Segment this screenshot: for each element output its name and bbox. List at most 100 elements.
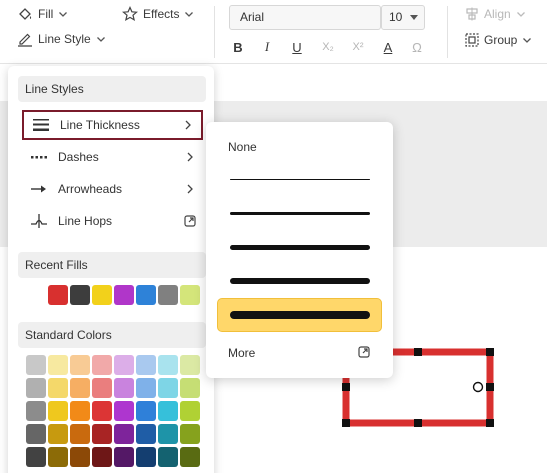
resize-handle[interactable] bbox=[486, 348, 494, 356]
color-swatch[interactable] bbox=[70, 424, 90, 444]
pencil-icon bbox=[17, 31, 33, 47]
thickness-sample-line bbox=[229, 211, 370, 215]
fill-button[interactable]: Fill bbox=[17, 6, 68, 22]
fill-label: Fill bbox=[38, 7, 54, 21]
color-swatch[interactable] bbox=[114, 378, 134, 398]
recent-fills-header: Recent Fills bbox=[18, 252, 206, 278]
thickness-option[interactable] bbox=[217, 162, 382, 196]
thickness-option[interactable] bbox=[217, 298, 382, 332]
chevron-down-icon bbox=[96, 34, 106, 44]
color-swatch[interactable] bbox=[180, 378, 200, 398]
group-button[interactable]: Group bbox=[465, 33, 532, 47]
color-swatch[interactable] bbox=[114, 424, 134, 444]
color-swatch[interactable] bbox=[70, 401, 90, 421]
resize-handle[interactable] bbox=[486, 419, 494, 427]
color-swatch[interactable] bbox=[70, 285, 90, 305]
menu-item-arrowheads[interactable]: Arrowheads bbox=[22, 174, 203, 204]
color-swatch[interactable] bbox=[158, 285, 178, 305]
color-swatch[interactable] bbox=[136, 447, 156, 467]
color-swatch[interactable] bbox=[180, 401, 200, 421]
menu-item-label: Line Hops bbox=[58, 214, 113, 228]
color-swatch[interactable] bbox=[70, 447, 90, 467]
group-label: Group bbox=[484, 33, 518, 47]
color-swatch[interactable] bbox=[48, 424, 68, 444]
color-swatch[interactable] bbox=[114, 447, 134, 467]
color-swatch[interactable] bbox=[114, 355, 134, 375]
color-swatch[interactable] bbox=[180, 424, 200, 444]
subscript-button[interactable]: X₂ bbox=[318, 38, 338, 56]
arrowhead-icon bbox=[29, 179, 49, 199]
color-swatch[interactable] bbox=[158, 424, 178, 444]
line-style-button[interactable]: Line Style bbox=[17, 31, 106, 47]
toolbar: Fill Effects Line Style Arial 10 B I U X… bbox=[0, 0, 547, 64]
color-swatch[interactable] bbox=[158, 355, 178, 375]
color-swatch[interactable] bbox=[136, 355, 156, 375]
color-swatch[interactable] bbox=[180, 285, 200, 305]
superscript-button[interactable]: X² bbox=[348, 38, 368, 56]
color-swatch[interactable] bbox=[48, 401, 68, 421]
thickness-more-option[interactable]: More bbox=[228, 346, 255, 360]
color-swatch[interactable] bbox=[26, 401, 46, 421]
color-swatch[interactable] bbox=[48, 355, 68, 375]
text-color-button[interactable]: A bbox=[378, 38, 398, 56]
color-swatch[interactable] bbox=[92, 285, 112, 305]
external-link-icon bbox=[358, 346, 370, 361]
connection-point[interactable] bbox=[472, 381, 484, 393]
color-swatch[interactable] bbox=[48, 285, 68, 305]
color-swatch[interactable] bbox=[48, 378, 68, 398]
resize-handle[interactable] bbox=[414, 419, 422, 427]
color-swatch[interactable] bbox=[92, 378, 112, 398]
resize-handle[interactable] bbox=[486, 383, 494, 391]
color-swatch[interactable] bbox=[180, 447, 200, 467]
font-size-value: 10 bbox=[389, 10, 403, 24]
color-swatch[interactable] bbox=[136, 424, 156, 444]
color-swatch[interactable] bbox=[70, 355, 90, 375]
color-swatch[interactable] bbox=[180, 355, 200, 375]
chevron-down-icon bbox=[58, 9, 68, 19]
color-swatch[interactable] bbox=[92, 401, 112, 421]
color-swatch[interactable] bbox=[26, 447, 46, 467]
color-swatch[interactable] bbox=[158, 378, 178, 398]
font-family-field[interactable]: Arial bbox=[229, 5, 381, 30]
resize-handle[interactable] bbox=[342, 419, 350, 427]
color-swatch[interactable] bbox=[92, 424, 112, 444]
color-swatch[interactable] bbox=[92, 447, 112, 467]
menu-item-line-thickness[interactable]: Line Thickness bbox=[22, 110, 203, 140]
color-swatch[interactable] bbox=[158, 401, 178, 421]
menu-item-dashes[interactable]: Dashes bbox=[22, 142, 203, 172]
color-swatch[interactable] bbox=[136, 285, 156, 305]
effects-button[interactable]: Effects bbox=[122, 6, 194, 22]
color-swatch[interactable] bbox=[114, 285, 134, 305]
align-button[interactable]: Align bbox=[465, 7, 526, 21]
thickness-option[interactable] bbox=[217, 230, 382, 264]
menu-item-line-hops[interactable]: Line Hops bbox=[22, 206, 203, 236]
chevron-right-icon bbox=[181, 120, 195, 130]
standard-colors-header: Standard Colors bbox=[18, 322, 206, 348]
color-swatch[interactable] bbox=[26, 378, 46, 398]
color-swatch[interactable] bbox=[92, 355, 112, 375]
color-swatch[interactable] bbox=[158, 447, 178, 467]
thickness-option[interactable] bbox=[217, 264, 382, 298]
resize-handle[interactable] bbox=[342, 383, 350, 391]
color-swatch[interactable] bbox=[114, 401, 134, 421]
italic-button[interactable]: I bbox=[257, 38, 277, 56]
toolbar-divider bbox=[214, 6, 215, 58]
special-character-button[interactable]: Ω bbox=[407, 38, 427, 56]
color-swatch[interactable] bbox=[26, 355, 46, 375]
color-swatch[interactable] bbox=[48, 447, 68, 467]
bold-button[interactable]: B bbox=[228, 38, 248, 56]
color-swatch-row bbox=[26, 447, 200, 467]
color-swatch[interactable] bbox=[136, 378, 156, 398]
chevron-down-icon bbox=[516, 9, 526, 19]
color-swatch[interactable] bbox=[70, 378, 90, 398]
underline-button[interactable]: U bbox=[287, 38, 307, 56]
thickness-option[interactable] bbox=[217, 196, 382, 230]
color-swatch[interactable] bbox=[136, 401, 156, 421]
chevron-right-icon bbox=[183, 184, 197, 194]
thickness-sample-line bbox=[229, 278, 370, 284]
resize-handle[interactable] bbox=[414, 348, 422, 356]
thickness-none-option[interactable]: None bbox=[228, 140, 257, 154]
color-swatch[interactable] bbox=[26, 424, 46, 444]
menu-item-label: Arrowheads bbox=[58, 182, 123, 196]
font-size-field[interactable]: 10 bbox=[381, 5, 425, 30]
